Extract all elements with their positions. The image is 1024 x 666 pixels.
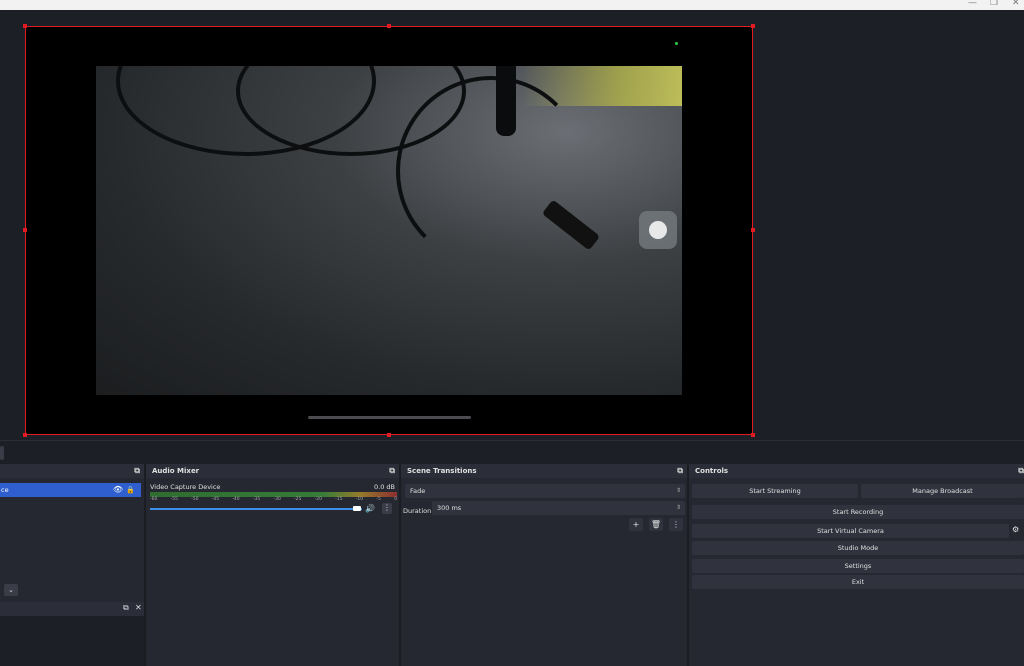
meter-tick-label: -20 (314, 497, 322, 502)
sources-dock-header: ⧉ (0, 464, 144, 478)
resize-handle-bottom-left[interactable] (23, 433, 27, 437)
stepper-icon[interactable]: ⇕ (676, 501, 681, 515)
secondary-dock-header: ⧉ ✕ (0, 602, 144, 616)
speaker-icon[interactable]: 🔊 (365, 504, 375, 513)
source-item-label: ce (1, 486, 9, 494)
device-leg (496, 66, 516, 136)
meter-tick-label: -15 (335, 497, 343, 502)
transition-value: Fade (410, 487, 426, 495)
restore-button[interactable]: ❐ (990, 0, 998, 8)
undock-icon[interactable]: ⧉ (1018, 466, 1024, 476)
lock-icon[interactable]: 🔒 (126, 483, 135, 497)
audio-mixer-header: Audio Mixer ⧉ (146, 464, 399, 478)
close-button[interactable]: ✕ (1012, 0, 1020, 8)
start-virtual-camera-button[interactable]: Start Virtual Camera (692, 524, 1009, 538)
resize-handle-bottom-right[interactable] (751, 433, 755, 437)
video-capture-image (96, 66, 682, 395)
manage-broadcast-button[interactable]: Manage Broadcast (861, 484, 1024, 498)
start-recording-button[interactable]: Start Recording (692, 505, 1024, 519)
chevron-updown-icon: ⇕ (675, 487, 681, 494)
add-transition-button[interactable]: + (629, 518, 643, 531)
undock-icon[interactable]: ⧉ (389, 466, 395, 476)
meter-tick-label: -55 (170, 497, 178, 502)
audio-mixer-dock: Audio Mixer ⧉ Video Capture Device 0.0 d… (146, 464, 401, 666)
meter-tick-label: -25 (294, 497, 302, 502)
meter-tick-label: -10 (355, 497, 364, 502)
resize-handle-top[interactable] (387, 24, 391, 28)
channel-name: Video Capture Device (150, 483, 221, 491)
preview-toolbar (0, 440, 1024, 464)
undock-icon[interactable]: ⧉ (123, 603, 129, 613)
title-bar: — ❐ ✕ (0, 0, 1024, 10)
secondary-dock: ⧉ ✕ (0, 602, 144, 666)
scene-transitions-header: Scene Transitions ⧉ (401, 464, 687, 478)
volume-slider-knob[interactable] (353, 506, 361, 511)
transition-menu-button[interactable]: ⋮ (669, 518, 683, 531)
undock-icon[interactable]: ⧉ (134, 466, 140, 476)
exit-button[interactable]: Exit (692, 575, 1024, 589)
chevron-down-button[interactable]: ⌄ (4, 584, 18, 596)
toolbar-handle[interactable] (0, 446, 4, 460)
delete-transition-button[interactable]: 🗑 (649, 518, 663, 531)
meter-tick-label: -45 (211, 497, 220, 502)
meter-ticks: -60 -55 -50 -45 -40 -35 -30 -25 -20 -15 -10 -5 0 (150, 497, 397, 502)
resize-handle-left[interactable] (23, 228, 27, 232)
meter-tick-label: -35 (252, 497, 261, 502)
duration-input[interactable]: 300 ms ⇕ (432, 501, 685, 515)
transition-select[interactable]: Fade ⇕ (405, 484, 685, 498)
meter-tick-label: -5 (376, 497, 381, 502)
settings-button[interactable]: Settings (692, 559, 1024, 573)
home-indicator (308, 416, 471, 419)
studio-mode-button[interactable]: Studio Mode (692, 541, 1024, 555)
source-item[interactable]: ce 👁 🔒 (0, 483, 141, 497)
gear-icon[interactable]: ⚙ (1012, 525, 1019, 534)
scene-transitions-dock: Scene Transitions ⧉ Fade ⇕ Duration 300 … (401, 464, 689, 666)
minimize-button[interactable]: — (968, 0, 977, 8)
controls-dock: Controls ⧉ Start Streaming Manage Broadc… (689, 464, 1024, 666)
record-overlay-icon (639, 211, 677, 249)
controls-header: Controls ⧉ (689, 464, 1024, 478)
undock-icon[interactable]: ⧉ (677, 466, 683, 476)
cable-shape (396, 76, 586, 266)
meter-tick-label: -60 (150, 497, 158, 502)
duration-value: 300 ms (437, 504, 462, 512)
resize-handle-top-left[interactable] (23, 24, 27, 28)
close-icon[interactable]: ✕ (135, 603, 142, 612)
scene-transitions-title: Scene Transitions (407, 467, 477, 475)
resize-handle-bottom[interactable] (387, 433, 391, 437)
eye-icon[interactable]: 👁 (113, 483, 123, 497)
resize-handle-right[interactable] (751, 228, 755, 232)
meter-tick-label: -50 (191, 497, 199, 502)
volume-slider[interactable] (150, 508, 362, 510)
channel-level: 0.0 dB (374, 483, 395, 491)
start-streaming-button[interactable]: Start Streaming (692, 484, 858, 498)
meter-tick-label: -40 (232, 497, 240, 502)
mixer-menu-button[interactable]: ⋮ (382, 503, 392, 514)
duration-label: Duration (403, 507, 432, 515)
resize-handle-top-right[interactable] (751, 24, 755, 28)
status-dot (675, 42, 678, 45)
meter-tick-label: 0 (394, 497, 397, 502)
controls-title: Controls (695, 467, 729, 475)
meter-tick-label: -30 (273, 497, 281, 502)
audio-mixer-title: Audio Mixer (152, 467, 200, 475)
